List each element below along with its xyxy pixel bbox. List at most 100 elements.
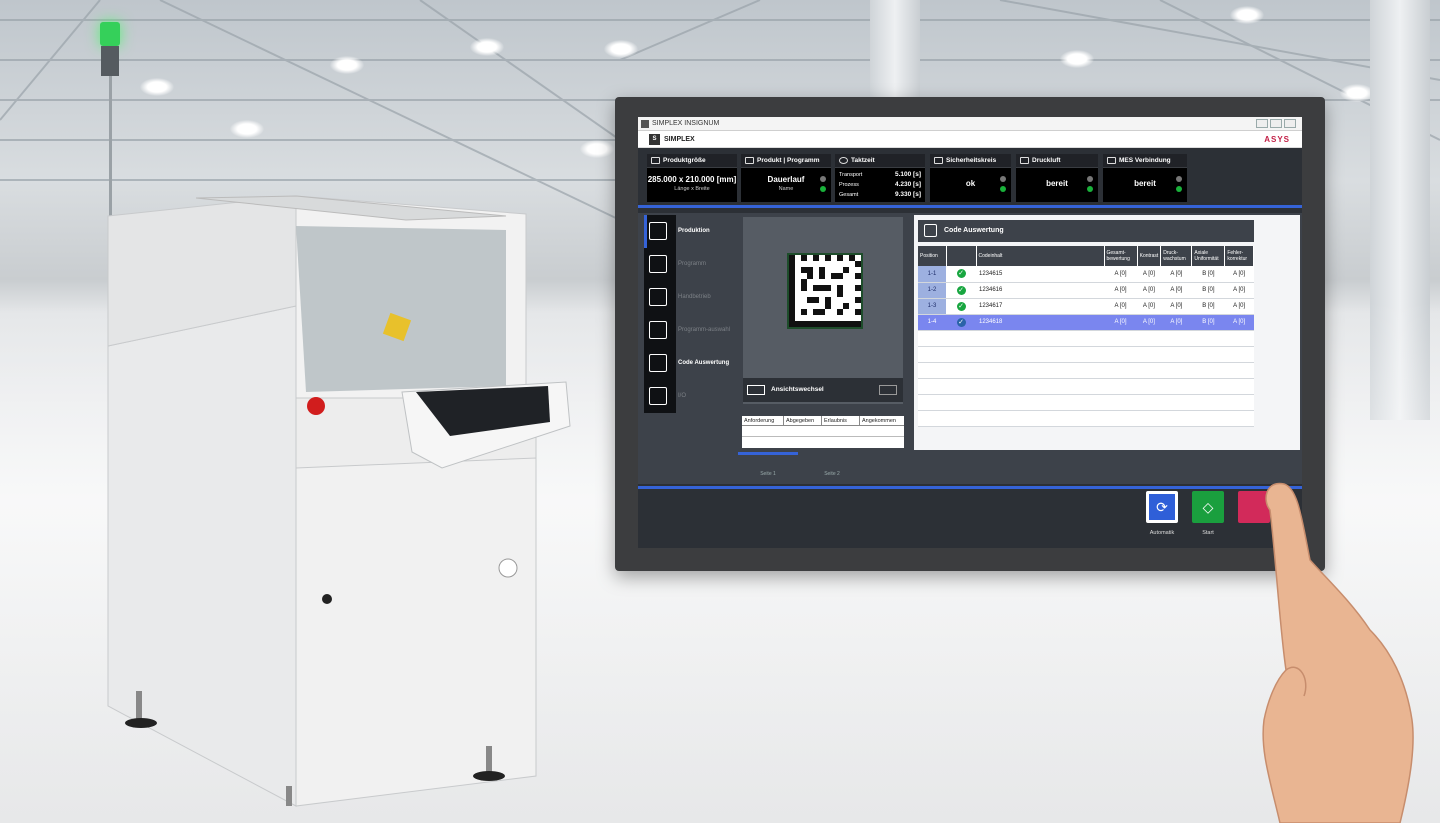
column-header	[946, 246, 977, 266]
column-header: Fehler-korrektur	[1224, 246, 1254, 266]
simplex-logo-icon: S	[649, 134, 660, 145]
grade-cell: A [0]	[1224, 314, 1254, 331]
table-row[interactable]: 1-2 ✓ 1234616 A [0] A [0] A [0] B [0] A …	[918, 282, 1254, 299]
table-row[interactable]: 1-3 ✓ 1234617 A [0] A [0] A [0] B [0] A …	[918, 298, 1254, 315]
column-header: Gesamt-bewertung	[1104, 246, 1138, 266]
green-lamp	[100, 22, 120, 46]
grade-cell: B [0]	[1191, 298, 1225, 315]
check-icon: ✓	[956, 317, 966, 327]
tile-label: MES Verbindung	[1119, 157, 1171, 164]
status-led-grey	[1000, 176, 1006, 182]
hmi-screen: SIMPLEX INSIGNUM S SIMPLEX ASYS Produktg…	[638, 117, 1302, 548]
grade-cell: A [0]	[1137, 282, 1161, 299]
table-row-empty	[918, 362, 1254, 379]
column-header: Kontrast	[1137, 246, 1162, 266]
view-switch-button[interactable]: Ansichtswechsel	[743, 378, 903, 402]
app-header: S SIMPLEX ASYS	[638, 131, 1302, 148]
grade-cell: B [0]	[1191, 266, 1225, 283]
page-switcher: Seite 1 Seite 2	[738, 452, 868, 482]
sidebar-item-handbetrieb[interactable]: Handbetrieb	[644, 281, 736, 314]
grade-cell: A [0]	[1137, 266, 1161, 283]
cycle-icon: ⟳	[1149, 494, 1175, 520]
start-button[interactable]: ◇	[1192, 491, 1224, 523]
tile-programm[interactable]: Produkt | Programm Dauerlauf Name	[741, 154, 831, 202]
page-label: Seite 2	[824, 471, 840, 477]
grade-cell: A [0]	[1160, 266, 1192, 283]
maximize-button[interactable]	[1270, 119, 1282, 128]
takt-name: Prozess	[839, 182, 859, 188]
position-cell: 1-1	[918, 266, 946, 283]
takt-value: 9.330 [s]	[894, 191, 921, 198]
document-icon	[649, 255, 667, 273]
table-row-empty	[918, 378, 1254, 395]
code-cell: 1234616	[976, 282, 1104, 299]
tile-label: Druckluft	[1032, 157, 1061, 164]
automatik-button[interactable]: ⟳	[1146, 491, 1178, 523]
grade-cell: A [0]	[1137, 314, 1161, 331]
code-evaluation-panel: Code Auswertung Position Codeinhalt Gesa…	[914, 215, 1300, 450]
position-cell: 1-2	[918, 282, 946, 299]
accent-line	[638, 205, 1302, 208]
air-icon	[1020, 157, 1029, 164]
queue-header: Anforderung	[742, 416, 784, 425]
grade-cell: A [0]	[1160, 282, 1192, 299]
sidebar-item-label: Produktion	[678, 228, 710, 234]
grade-cell: A [0]	[1224, 298, 1254, 315]
grade-cell: A [0]	[1104, 314, 1138, 331]
accent-line	[638, 486, 1302, 489]
window-title: SIMPLEX INSIGNUM	[652, 120, 720, 127]
grade-cell: A [0]	[1224, 282, 1254, 299]
check-icon: ✓	[956, 301, 966, 311]
tile-sicherheitskreis[interactable]: Sicherheitskreis ok	[930, 154, 1011, 202]
product-size-sub: Länge x Breite	[674, 186, 710, 192]
sidebar-item-code-auswertung[interactable]: Code Auswertung	[644, 347, 736, 380]
grade-cell: A [0]	[1104, 266, 1138, 283]
minimize-button[interactable]	[1256, 119, 1268, 128]
table-row-selected[interactable]: 1-4 ✓ 1234618 A [0] A [0] A [0] B [0] A …	[918, 314, 1254, 331]
table-row-empty	[918, 330, 1254, 347]
page-tab-1[interactable]: Seite 1	[738, 452, 798, 482]
check-icon: ✓	[956, 285, 966, 295]
tile-label: Taktzeit	[851, 157, 875, 164]
sidebar-item-programmauswahl[interactable]: Programm-auswahl	[644, 314, 736, 347]
sidebar-item-produktion[interactable]: Produktion	[644, 215, 736, 248]
grade-cell: A [0]	[1104, 282, 1138, 299]
grade-cell: A [0]	[1137, 298, 1161, 315]
program-icon	[745, 157, 754, 164]
tile-label: Produkt | Programm	[757, 157, 820, 164]
page-label: Seite 1	[760, 471, 776, 477]
status-strip: Produktgröße 285.000 x 210.000 [mm] Länge…	[638, 148, 1302, 204]
table-row[interactable]: 1-1 ✓ 1234615 A [0] A [0] A [0] B [0] A …	[918, 266, 1254, 283]
tile-label: Sicherheitskreis	[946, 157, 997, 164]
column-header: Druck-wachstum	[1160, 246, 1193, 266]
program-sub: Name	[778, 186, 794, 192]
grade-cell: A [0]	[1160, 314, 1192, 331]
status-led-green	[1176, 186, 1182, 192]
table-row-empty	[918, 346, 1254, 363]
code-preview	[743, 217, 903, 404]
handshake-queue: Anforderung Abgegeben Erlaubnis Angekomm…	[742, 416, 904, 448]
magnifier-icon	[924, 224, 937, 237]
sidebar-item-label: Code Auswertung	[678, 360, 730, 366]
grade-cell: A [0]	[1160, 298, 1192, 315]
table-row-empty	[918, 394, 1254, 411]
status-led-green	[820, 186, 826, 192]
status-led-grey	[1176, 176, 1182, 182]
queue-header: Abgegeben	[784, 416, 822, 425]
status-led-grey	[1087, 176, 1093, 182]
signal-tower	[96, 22, 124, 336]
page-tab-2[interactable]: Seite 2	[802, 452, 862, 482]
hand-icon	[649, 288, 667, 306]
tile-taktzeit[interactable]: Taktzeit Transport 5.100 [s] Prozess 4.230…	[835, 154, 925, 202]
status-led-green	[1000, 186, 1006, 192]
tile-mes[interactable]: MES Verbindung bereit	[1103, 154, 1187, 202]
takt-value: 4.230 [s]	[894, 181, 921, 188]
sidebar-item-programm[interactable]: Programm	[644, 248, 736, 281]
code-panel-header: Code Auswertung	[918, 220, 1254, 242]
sidebar-item-io[interactable]: I/O	[644, 380, 736, 413]
tile-produktgroesse[interactable]: Produktgröße 285.000 x 210.000 [mm] Länge…	[647, 154, 737, 202]
close-button[interactable]	[1284, 119, 1296, 128]
tile-druckluft[interactable]: Druckluft bereit	[1016, 154, 1098, 202]
view-switch-label: Ansichtswechsel	[771, 386, 824, 393]
app-name: SIMPLEX	[664, 136, 695, 143]
